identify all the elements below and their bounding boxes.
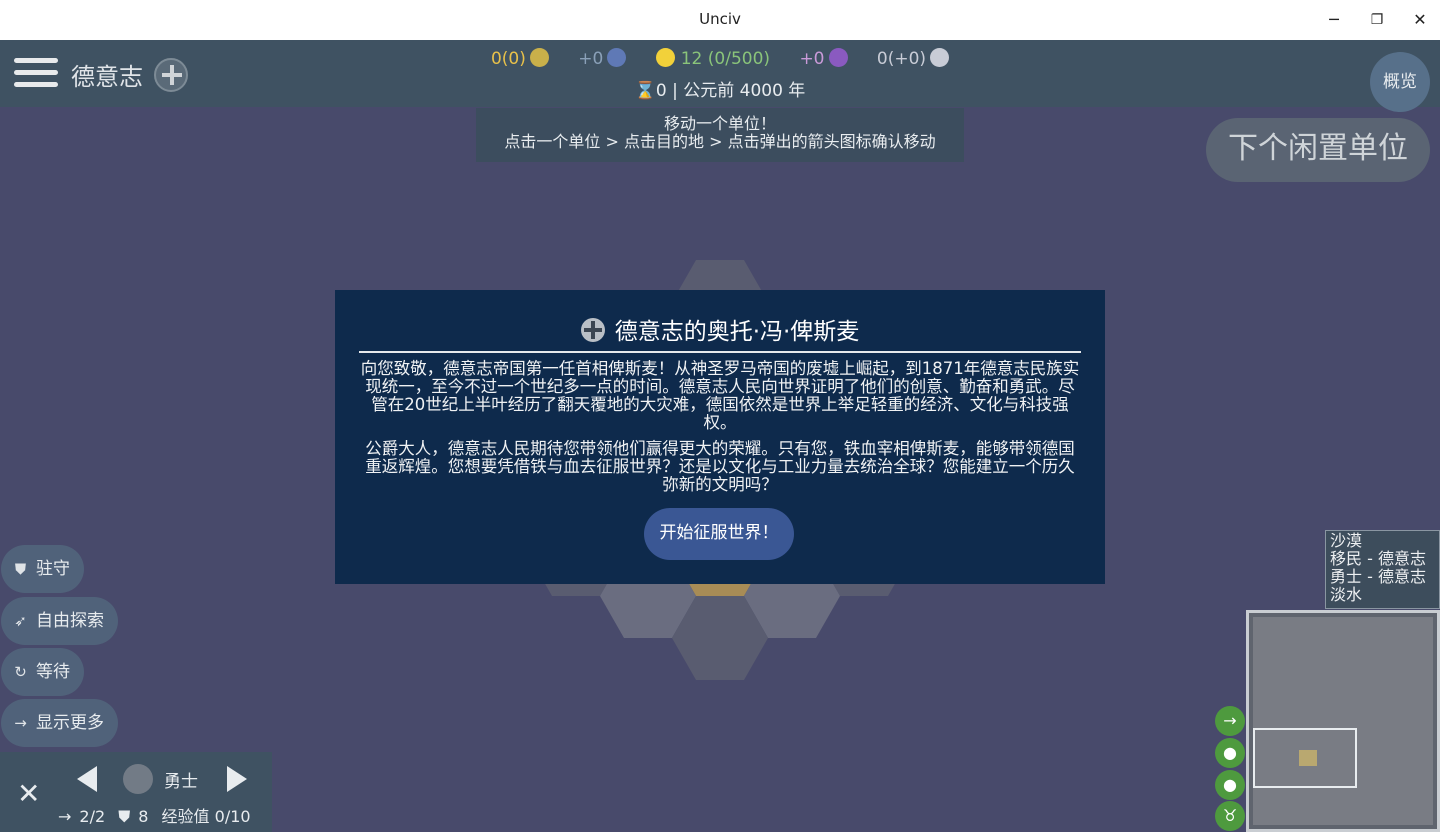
close-window-button[interactable]: ✕ [1400, 6, 1440, 34]
science-icon [607, 48, 627, 67]
unit-strength: 8 [138, 807, 149, 826]
happiness-icon [655, 48, 675, 67]
warrior-icon [123, 764, 153, 794]
faith-stat[interactable]: 0(+0) [876, 48, 950, 69]
gold-icon [529, 48, 549, 67]
faith-icon [930, 48, 950, 67]
tile-feature: 淡水 [1330, 585, 1363, 604]
tile-unit-military: 勇士 - 德意志 [1330, 567, 1426, 586]
overview-button[interactable]: 概览 [1370, 52, 1430, 112]
strength-icon: ⛊ [118, 807, 131, 826]
show-more-button[interactable]: → 显示更多 [1, 699, 118, 747]
dialog-header: 德意志的奥托·冯·俾斯麦 [335, 312, 1105, 346]
wait-icon: ↻ [14, 663, 27, 681]
dialog-title: 德意志的奥托·冯·俾斯麦 [614, 319, 860, 345]
restore-button[interactable]: ❐ [1357, 6, 1397, 34]
gold-stat[interactable]: 0(0) [491, 48, 549, 69]
happiness-value: 12 (0/500) [680, 49, 771, 69]
population-overlay-icon[interactable]: ● [1215, 770, 1245, 800]
happiness-stat[interactable]: 12 (0/500) [655, 48, 771, 69]
science-stat[interactable]: +0 [578, 48, 627, 69]
unit-movement: 2/2 [79, 807, 106, 826]
dialog-paragraph-1: 向您致敬，德意志帝国第一任首相俾斯麦！从神圣罗马帝国的废墟上崛起，到1871年德… [360, 359, 1080, 432]
tile-unit-civilian: 移民 - 德意志 [1330, 549, 1426, 568]
explore-icon: ➶ [14, 612, 27, 630]
fortify-button[interactable]: ⛊ 驻守 [1, 545, 84, 593]
arrow-right-icon: → [14, 714, 27, 732]
minimap[interactable] [1246, 610, 1440, 832]
top-bar: 德意志 0(0) +0 12 (0/500) +0 0(+0) ⌛0 | 公元前… [0, 40, 1440, 112]
science-value: +0 [578, 49, 604, 69]
leader-intro-dialog: 德意志的奥托·冯·俾斯麦 向您致敬，德意志帝国第一任首相俾斯麦！从神圣罗马帝国的… [335, 290, 1105, 584]
minimize-button[interactable]: ─ [1314, 6, 1354, 34]
window-titlebar: Unciv ─ ❐ ✕ [0, 0, 1440, 40]
movement-overlay-icon[interactable]: → [1215, 706, 1245, 736]
culture-value: +0 [799, 49, 825, 69]
movement-icon: → [58, 807, 72, 826]
unit-stats: → 2/2 ⛊ 8 经验值 0/10 [58, 803, 259, 827]
civ-emblem-icon [580, 318, 605, 342]
start-game-button[interactable]: 开始征服世界！ [644, 508, 794, 560]
instruction-title: 移动一个单位！ [663, 114, 776, 133]
window-title: Unciv [699, 10, 741, 28]
year-label: 公元前 4000 年 [683, 81, 806, 101]
explore-label: 自由探索 [36, 611, 104, 631]
food-overlay-icon[interactable]: ● [1215, 738, 1245, 768]
minimap-city-marker [1299, 750, 1317, 766]
faith-value: 0(+0) [876, 49, 927, 69]
tile-info-panel: 沙漠 移民 - 德意志 勇士 - 德意志 淡水 [1325, 530, 1440, 609]
dialog-body: 向您致敬，德意志帝国第一任首相俾斯麦！从神圣罗马帝国的废墟上崛起，到1871年德… [359, 360, 1081, 502]
wait-button[interactable]: ↻ 等待 [1, 648, 84, 696]
instruction-detail: 点击一个单位 > 点击目的地 > 点击弹出的箭头图标确认移动 [504, 132, 936, 151]
minimap-terrain [1253, 617, 1433, 825]
tutorial-instruction: 移动一个单位！ 点击一个单位 > 点击目的地 > 点击弹出的箭头图标确认移动 [476, 108, 964, 162]
separator: | [672, 81, 684, 101]
tile-terrain: 沙漠 [1330, 531, 1363, 550]
dialog-paragraph-2: 公爵大人，德意志人民期待您带领他们赢得更大的荣耀。只有您，铁血宰相俾斯麦，能够带… [365, 439, 1075, 494]
previous-unit-icon[interactable] [77, 766, 97, 792]
culture-stat[interactable]: +0 [799, 48, 848, 69]
culture-icon [828, 48, 848, 67]
explore-button[interactable]: ➶ 自由探索 [1, 597, 118, 645]
turn-number: 0 [655, 81, 667, 101]
deselect-unit-button[interactable]: ✕ [17, 780, 40, 808]
resource-stats: 0(0) +0 12 (0/500) +0 0(+0) [0, 48, 1440, 70]
unit-name: 勇士 [164, 772, 198, 792]
dialog-divider [359, 351, 1081, 353]
wait-label: 等待 [36, 662, 70, 682]
resource-overlay-icon[interactable]: ♉ [1215, 801, 1245, 831]
show-more-label: 显示更多 [36, 713, 104, 733]
next-idle-unit-button[interactable]: 下个闲置单位 [1206, 118, 1430, 182]
gold-value: 0(0) [490, 49, 526, 69]
shield-icon: ⛊ [14, 560, 27, 578]
hourglass-icon: ⌛ [634, 81, 656, 101]
turn-info: ⌛0 | 公元前 4000 年 [0, 76, 1440, 101]
next-unit-icon[interactable] [227, 766, 247, 792]
fortify-label: 驻守 [36, 559, 70, 579]
unit-experience: 经验值 0/10 [161, 807, 251, 826]
